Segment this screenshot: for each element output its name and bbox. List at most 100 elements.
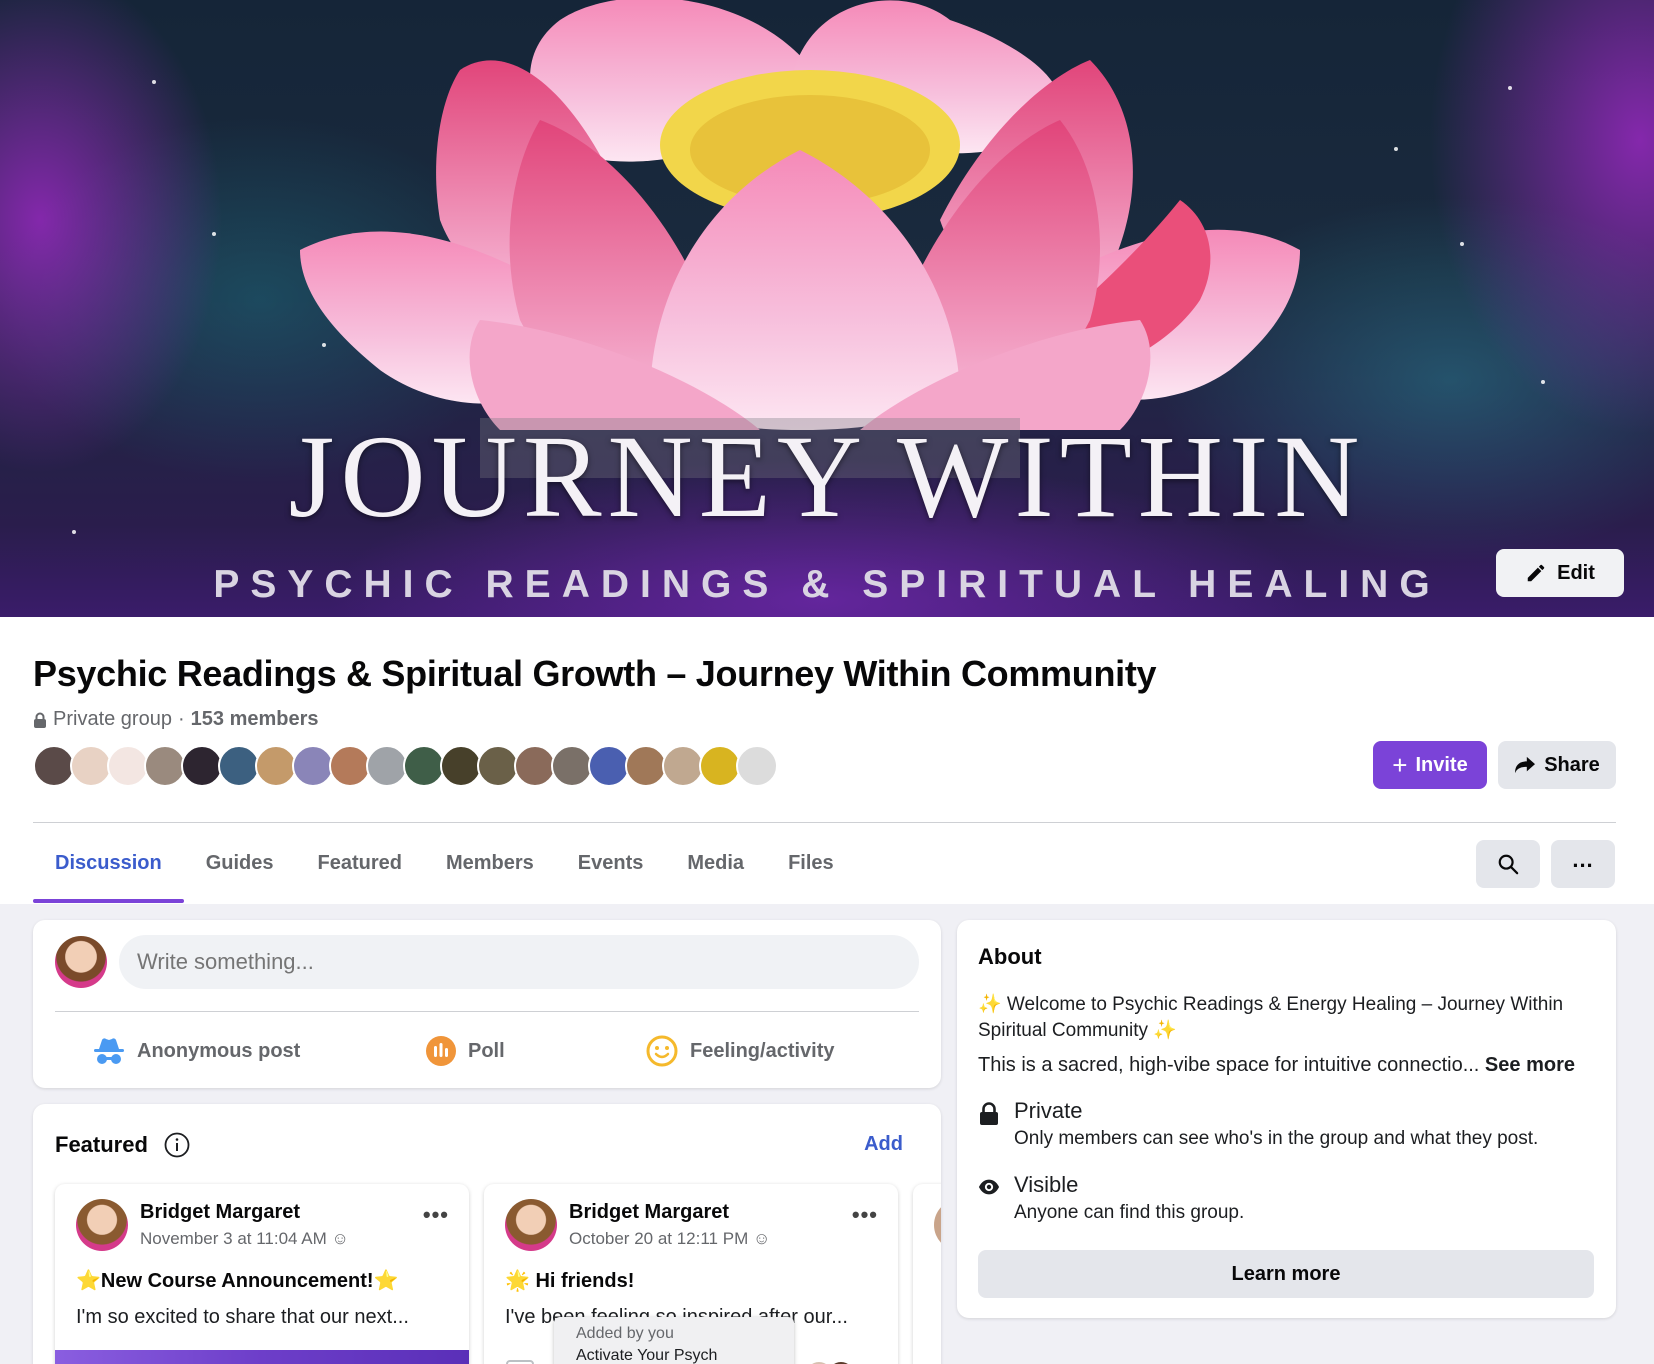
post-timestamp[interactable]: October 20 at 12:11 PM ☺ [569,1229,770,1249]
tab-members[interactable]: Members [424,823,556,903]
tab-files[interactable]: Files [766,823,856,903]
member-avatar[interactable] [699,745,741,787]
attachment-checkbox[interactable] [506,1360,534,1364]
group-name[interactable]: Psychic Readings & Spiritual Growth – Jo… [33,653,1157,695]
reactor-avatar [826,1360,856,1364]
post-composer: Anonymous post Poll Feeling/activity [33,920,941,1088]
post-excerpt: I'm so excited to share that our next... [76,1306,409,1328]
poll-button[interactable]: Poll [426,1031,505,1071]
search-button[interactable] [1476,840,1540,888]
share-button[interactable]: Share [1498,741,1616,789]
eye-icon [978,1179,1000,1195]
featured-post-card-partial[interactable] [913,1184,941,1364]
meta-separator: · [177,708,185,730]
lock-icon [980,1102,998,1125]
info-icon[interactable] [164,1132,190,1158]
member-avatar[interactable] [736,745,778,787]
about-card: About ✨ Welcome to Psychic Readings & En… [957,920,1616,1318]
member-avatar[interactable] [551,745,593,787]
featured-header: Featured [55,1132,190,1158]
member-avatar[interactable] [625,745,667,787]
post-title: ⭐New Course Announcement!⭐ [76,1270,399,1292]
visible-title: Visible [1014,1172,1079,1197]
post-title: 🌟 Hi friends! [505,1270,635,1292]
member-avatar[interactable] [514,745,556,787]
post-author[interactable]: Bridget Margaret [140,1201,300,1224]
feeling-activity-label: Feeling/activity [690,1039,835,1062]
feeling-activity-button[interactable]: Feeling/activity [646,1031,835,1071]
member-avatars[interactable] [33,745,778,787]
add-featured-button[interactable]: Add [864,1133,903,1156]
about-title: About [978,944,1042,969]
member-avatar[interactable] [181,745,223,787]
post-time-text: November 3 at 11:04 AM [140,1229,327,1248]
lock-icon [34,712,46,728]
about-description: ✨ Welcome to Psychic Readings & Energy H… [978,994,1564,1041]
tab-events[interactable]: Events [556,823,666,903]
pencil-icon [1527,564,1545,582]
author-avatar[interactable] [934,1199,941,1251]
post-time-text: October 20 at 12:11 PM [569,1229,749,1248]
member-avatar[interactable] [403,745,445,787]
member-avatar[interactable] [33,745,75,787]
poll-icon [426,1036,456,1066]
tab-featured[interactable]: Featured [296,823,424,903]
tab-guides[interactable]: Guides [184,823,296,903]
write-something-input[interactable] [119,935,919,989]
member-avatar[interactable] [144,745,186,787]
post-options-button[interactable]: ••• [852,1202,878,1228]
member-count[interactable]: 153 members [191,708,319,731]
tab-discussion[interactable]: Discussion [33,823,184,903]
member-avatar[interactable] [70,745,112,787]
tooltip-line-1: Added by you [576,1325,674,1342]
invite-label: Invite [1415,753,1468,776]
group-audience-icon: ☺ [331,1229,349,1248]
post-timestamp[interactable]: November 3 at 11:04 AM ☺ [140,1229,349,1249]
member-avatar[interactable] [366,745,408,787]
group-header: Psychic Readings & Spiritual Growth – Jo… [0,617,1654,904]
user-avatar[interactable] [55,936,107,988]
cover-title: JOURNEY WITHIN [288,411,1366,542]
member-avatar[interactable] [218,745,260,787]
privacy-row: Private Only members can see who's in th… [978,1098,1538,1150]
learn-more-button[interactable]: Learn more [978,1250,1594,1298]
about-description-more: This is a sacred, high-vibe space for in… [978,1054,1575,1077]
member-avatar[interactable] [662,745,704,787]
incognito-icon [94,1038,124,1064]
private-description: Only members can see who's in the group … [1014,1128,1539,1149]
member-avatar[interactable] [107,745,149,787]
reactor-avatars[interactable] [804,1360,864,1364]
author-avatar[interactable] [505,1199,557,1251]
member-avatar[interactable] [255,745,297,787]
poll-label: Poll [468,1039,505,1062]
invite-button[interactable]: + Invite [1373,741,1487,789]
tooltip-line-2: Activate Your Psych [576,1347,718,1364]
share-label: Share [1544,753,1600,776]
featured-title: Featured [55,1132,148,1157]
privacy-label[interactable]: Private group [53,708,172,731]
post-author[interactable]: Bridget Margaret [569,1201,729,1224]
tab-media[interactable]: Media [665,823,766,903]
anonymous-post-label: Anonymous post [137,1039,301,1062]
anonymous-post-button[interactable]: Anonymous post [93,1031,300,1071]
more-options-button[interactable]: ... [1551,840,1615,888]
member-avatar[interactable] [440,745,482,787]
member-avatar[interactable] [292,745,334,787]
see-more-link[interactable]: See more [1485,1054,1575,1076]
cover-subtitle: PSYCHIC READINGS & SPIRITUAL HEALING [213,563,1441,606]
about-description-truncated: This is a sacred, high-vibe space for in… [978,1054,1480,1076]
plus-icon: + [1392,750,1408,780]
post-image[interactable] [55,1350,469,1364]
group-meta: Private group · 153 members [33,708,319,731]
post-options-button[interactable]: ••• [423,1202,449,1228]
cover-photo: JOURNEY WITHIN PSYCHIC READINGS & SPIRIT… [0,0,1654,617]
member-avatar[interactable] [588,745,630,787]
member-avatar[interactable] [477,745,519,787]
edit-label: Edit [1557,561,1595,584]
member-avatar[interactable] [329,745,371,787]
composer-divider [55,1011,919,1012]
featured-post-card[interactable]: Bridget Margaret November 3 at 11:04 AM … [55,1184,469,1364]
author-avatar[interactable] [76,1199,128,1251]
more-dots-icon: ... [1572,847,1594,872]
edit-cover-button[interactable]: Edit [1496,549,1624,597]
